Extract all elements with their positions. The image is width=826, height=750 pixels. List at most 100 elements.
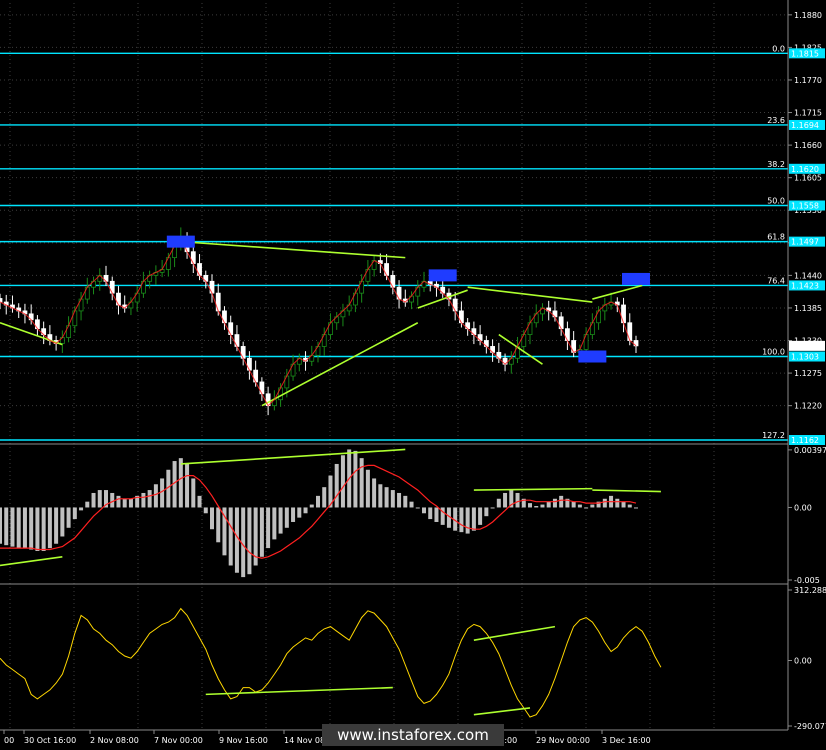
macd-tick-label: 0.00397 (794, 446, 826, 455)
macd-bar (35, 507, 40, 551)
macd-bar (297, 507, 302, 518)
macd-bar (590, 504, 595, 508)
macd-bar (621, 501, 626, 508)
macd-tick-label: -0.005 (794, 576, 820, 585)
fib-price-tag-label: 1.1694 (791, 121, 819, 130)
price-trend-line (0, 322, 63, 346)
macd-axis: 0.00397 0.00 -0.005 (788, 446, 826, 585)
macd-bar (185, 463, 190, 508)
macd-bar (147, 490, 152, 508)
time-tick-label: 7 Nov 00:00 (154, 736, 203, 745)
price-grid (0, 3, 788, 728)
macd-bar (353, 450, 358, 508)
macd-trend-line (180, 448, 406, 465)
price-trend-lines (0, 240, 643, 407)
macd-bar (534, 506, 539, 508)
cci-tick-label: 312.2889 (794, 586, 826, 595)
price-tick-label: 1.1275 (794, 369, 822, 378)
macd-bar (422, 507, 426, 514)
zigzag-path (0, 235, 637, 407)
macd-bar (234, 507, 239, 573)
cci-tick-label: -290.077 (794, 722, 826, 731)
macd-bar (365, 469, 370, 508)
price-tick-label: 1.1715 (794, 109, 822, 118)
macd-bar (372, 478, 377, 508)
pivot-marker (622, 272, 650, 285)
macd-tick-label: 0.00 (794, 503, 812, 512)
macd-bar (403, 495, 408, 508)
time-tick-label: 2 Nov 08:00 (90, 736, 139, 745)
pivot-marker (166, 235, 195, 248)
cci-trend-line (205, 686, 393, 696)
fib-level-label: 38.2 (767, 160, 785, 169)
macd-bar (384, 487, 389, 508)
macd-bar (584, 507, 589, 509)
macd-panel[interactable]: 0.00397 0.00 -0.005 (0, 446, 826, 585)
time-tick-label: 30 Oct 16:00 (24, 736, 76, 745)
macd-bar (141, 492, 146, 508)
macd-signal-path (0, 464, 637, 559)
macd-bar (434, 507, 439, 522)
macd-trend-line (473, 487, 593, 491)
trading-chart: 0.0 23.6 38.2 50.0 61.8 76.4 100.0 127.2 1.1880… (0, 0, 826, 745)
price-tick-label: 1.1385 (794, 304, 822, 313)
fib-price-tag-label: 1.1558 (791, 202, 819, 211)
macd-bar (459, 507, 464, 533)
macd-bar (496, 498, 501, 508)
macd-bar (291, 507, 296, 522)
macd-trend-line (592, 489, 661, 493)
price-tick-label: 1.1880 (794, 11, 822, 20)
macd-bar (110, 492, 115, 508)
price-tick-label: 1.1440 (794, 271, 822, 280)
macd-bar (203, 507, 208, 514)
current-price-label: 1.1321 (791, 342, 819, 351)
macd-bar (60, 507, 65, 537)
macd-bar (228, 507, 233, 566)
time-tick-label: 29 Nov 00:00 (536, 736, 590, 745)
macd-bar (409, 501, 414, 508)
price-trend-line (467, 286, 593, 303)
watermark: www.instaforex.com (322, 724, 504, 746)
macd-bar (66, 507, 71, 528)
macd-bar (359, 458, 364, 508)
price-tick-label: 1.1605 (794, 174, 822, 183)
macd-histogram (0, 449, 638, 578)
macd-bar (272, 507, 277, 540)
fib-level-label: 0.0 (772, 44, 785, 53)
macd-bar (153, 484, 158, 508)
macd-bar (4, 507, 9, 546)
fib-level-label: 100.0 (762, 348, 785, 357)
macd-bar (546, 501, 551, 508)
fib-price-tag-label: 1.1497 (791, 238, 819, 247)
fib-price-tag-label: 1.1815 (791, 49, 819, 58)
price-tick-label: 1.1220 (794, 402, 822, 411)
pivot-marker (428, 269, 457, 282)
macd-bar (615, 498, 620, 508)
macd-bar (16, 507, 21, 549)
macd-bar (210, 507, 214, 530)
macd-bar (490, 507, 495, 509)
cci-axis: 312.2889 0.00 -290.077 (788, 586, 826, 731)
macd-bar (54, 507, 59, 544)
macd-bar (559, 495, 564, 508)
cci-path (0, 607, 662, 718)
macd-bar (278, 507, 283, 534)
time-tick-label: 00 (4, 736, 14, 745)
price-panel[interactable]: 0.0 23.6 38.2 50.0 61.8 76.4 100.0 127.2 1.1880… (0, 3, 825, 728)
macd-bar (515, 492, 520, 508)
macd-signal-line (0, 464, 637, 559)
macd-bar (116, 495, 121, 508)
macd-bar (378, 484, 383, 508)
cci-panel[interactable]: 312.2889 0.00 -290.077 (0, 586, 826, 731)
macd-bar (122, 498, 127, 508)
macd-bar (247, 507, 252, 575)
macd-bar (634, 507, 638, 509)
macd-bar (577, 504, 582, 508)
macd-bar (91, 492, 96, 508)
macd-bar (552, 498, 557, 508)
macd-bar (571, 501, 576, 508)
macd-bar (334, 463, 339, 508)
macd-bar (0, 507, 2, 544)
macd-bar (197, 495, 202, 508)
fib-level-label: 76.4 (767, 276, 785, 285)
